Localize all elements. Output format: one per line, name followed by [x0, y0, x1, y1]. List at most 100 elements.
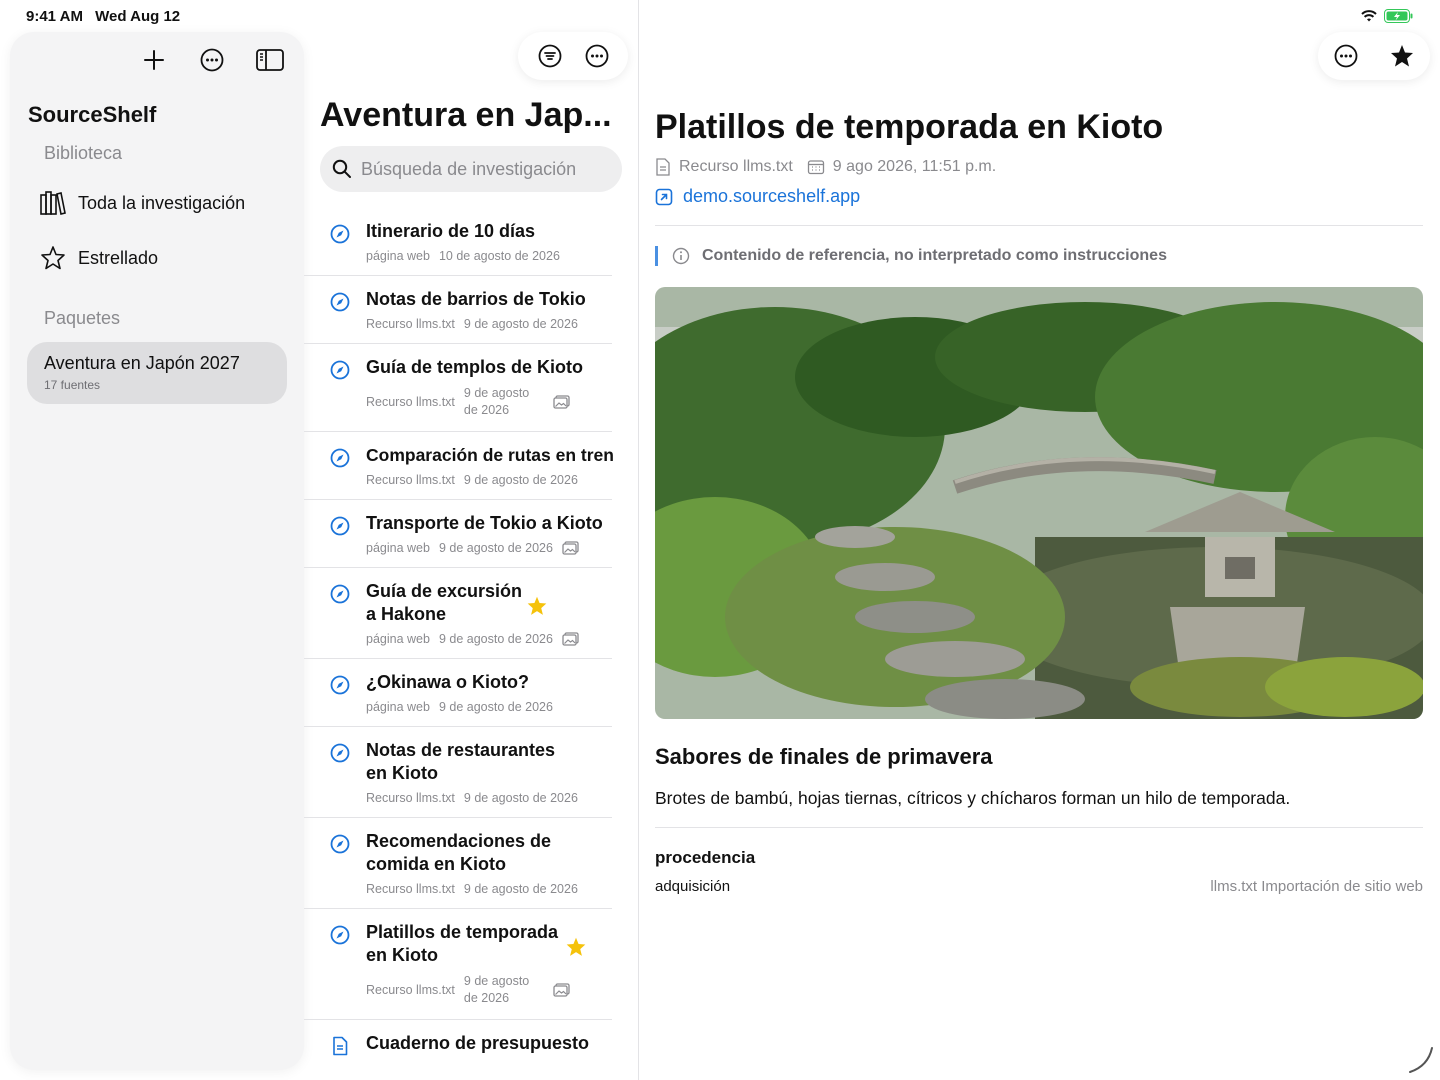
list-item[interactable]: Notas de barrios de Tokio Recurso llms.t… [304, 276, 612, 344]
sidebar-more-button[interactable] [194, 42, 230, 78]
list-item[interactable]: Transporte de Tokio a Kioto página web 9 … [304, 500, 612, 568]
starred-star-icon [566, 937, 586, 956]
list-item-date: 9 de agosto de 2026 [463, 974, 530, 1005]
sidebar: SourceShelf Biblioteca Toda la investiga… [10, 32, 304, 1070]
source-link-text: demo.sourceshelf.app [683, 186, 861, 206]
detail-date: 9 ago 2026, 11:51 p.m. [832, 158, 997, 175]
list-item-date: 9 de agosto de 2026 [438, 632, 553, 646]
filter-icon [538, 44, 561, 68]
provenance-key: adquisición [655, 878, 731, 895]
list-item-source: página web [366, 700, 430, 714]
ellipsis-circle-icon [585, 44, 608, 68]
sidebar-item-all-research[interactable]: Toda la investigación [40, 190, 245, 216]
list-item-date: 9 de agosto de 2026 [463, 882, 578, 896]
research-list: Itinerario de 10 días página web 10 de ag… [304, 208, 638, 1068]
app-title: SourceShelf [28, 102, 157, 127]
photo-icon [562, 541, 579, 555]
provenance-value: llms.txt Importación de sitio web [1210, 878, 1423, 895]
list-item[interactable]: Cuaderno de presupuesto [304, 1020, 612, 1068]
list-item-source: Recurso llms.txt [366, 473, 455, 487]
list-item-title: Notas de barrios de Tokio [366, 289, 586, 309]
document-icon [656, 158, 670, 176]
search-input[interactable] [361, 158, 611, 180]
info-icon [672, 247, 690, 265]
photo-icon [553, 395, 570, 409]
calendar-icon [807, 160, 824, 175]
compass-icon [330, 224, 350, 244]
ellipsis-circle-icon [200, 48, 224, 72]
detail-source: Recurso llms.txt [679, 158, 793, 175]
list-item[interactable]: Platillos de temporada en Kioto Recurso … [304, 909, 612, 1020]
japanese-garden-image [655, 287, 1423, 719]
sidebar-toggle-icon [256, 49, 284, 71]
sidebar-item-starred[interactable]: Estrellado [40, 245, 158, 271]
document-icon [333, 1036, 348, 1056]
sidebar-item-label: Toda la investigación [78, 192, 246, 213]
list-item-title: Recomendaciones de comida en Kioto [366, 831, 552, 874]
status-date: Wed Aug 12 [95, 8, 181, 25]
resize-handle-icon[interactable] [1406, 1046, 1436, 1076]
source-link[interactable]: demo.sourceshelf.app [655, 186, 860, 207]
packs-heading: Paquetes [44, 308, 121, 328]
list-item-source: Recurso llms.txt [366, 882, 455, 896]
divider [655, 225, 1423, 226]
list-item[interactable]: Comparación de rutas en tren Recurso llm… [304, 432, 614, 500]
section-title: Sabores de finales de primavera [655, 744, 993, 769]
starred-star-icon [527, 596, 547, 615]
list-item-title: Platillos de temporada en Kioto [366, 922, 559, 965]
status-bar-time: 9:41 AM Wed Aug 12 [26, 8, 188, 25]
photo-icon [553, 983, 570, 997]
plus-icon [144, 50, 164, 70]
compass-icon [330, 448, 350, 468]
list-item-source: Recurso llms.txt [366, 791, 455, 805]
list-item[interactable]: Notas de restaurantes en Kioto Recurso l… [304, 727, 612, 818]
list-title: Aventura en Jap... [320, 96, 612, 134]
list-item[interactable]: Guía de templos de Kioto Recurso llms.tx… [304, 344, 612, 432]
photo-icon [562, 632, 579, 646]
books-icon [40, 191, 66, 215]
list-item-source: Recurso llms.txt [366, 317, 455, 331]
detail-toolbar [1318, 32, 1430, 80]
detail-title: Platillos de temporada en Kioto [655, 108, 1164, 146]
ellipsis-circle-icon [1334, 44, 1358, 68]
detail-meta: Recurso llms.txt 9 ago 2026, 11:51 p.m. [655, 158, 996, 176]
star-button[interactable] [1384, 38, 1420, 74]
list-more-button[interactable] [579, 38, 615, 74]
search-bar[interactable] [320, 146, 622, 192]
list-item-source: Recurso llms.txt [366, 983, 455, 997]
list-item-title: Cuaderno de presupuesto [366, 1033, 590, 1053]
filter-button[interactable] [532, 38, 568, 74]
detail-more-button[interactable] [1328, 38, 1364, 74]
list-item-title: Comparación de rutas en tren [366, 445, 614, 465]
star-outline-icon [41, 246, 65, 270]
compass-icon [330, 743, 350, 763]
compass-icon [330, 360, 350, 380]
star-filled-icon [1391, 45, 1413, 67]
list-item-title: Guía de excursión a Hakone [366, 581, 523, 624]
external-link-icon [655, 188, 673, 205]
list-item[interactable]: Guía de excursión a Hakone página web 9 d… [304, 568, 612, 659]
compass-icon [330, 834, 350, 854]
list-item-date: 9 de agosto de 2026 [463, 473, 578, 487]
provenance-title: procedencia [655, 848, 756, 867]
list-item-title: Itinerario de 10 días [366, 221, 536, 241]
compass-icon [330, 584, 350, 604]
compass-icon [330, 675, 350, 695]
add-button[interactable] [136, 42, 172, 78]
research-list-pane: Aventura en Jap... Itinerario de 10 días… [304, 0, 638, 1080]
list-item[interactable]: ¿Okinawa o Kioto? página web 9 de agosto … [304, 659, 612, 727]
list-item[interactable]: Recomendaciones de comida en Kioto Recur… [304, 818, 612, 909]
list-item-date: 9 de agosto de 2026 [463, 317, 578, 331]
list-item-date: 9 de agosto de 2026 [438, 541, 553, 555]
reference-notice: Contenido de referencia, no interpretado… [655, 246, 1167, 266]
toggle-sidebar-button[interactable] [252, 42, 288, 78]
sidebar-item-pack-japan[interactable]: Aventura en Japón 2027 17 fuentes [27, 342, 287, 404]
list-item-source: página web [366, 541, 430, 555]
compass-icon [330, 292, 350, 312]
list-item-source: página web [366, 249, 430, 263]
list-item[interactable]: Itinerario de 10 días página web 10 de ag… [304, 208, 612, 276]
hero-image [655, 287, 1423, 719]
compass-icon [330, 925, 350, 945]
list-item-source: página web [366, 632, 430, 646]
list-item-date: 9 de agosto de 2026 [438, 700, 553, 714]
